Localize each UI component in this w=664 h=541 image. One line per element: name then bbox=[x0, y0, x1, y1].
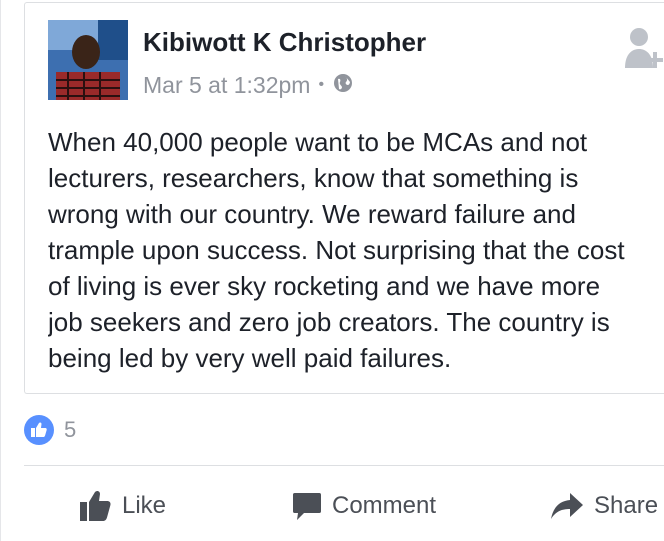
meta-separator: • bbox=[318, 76, 325, 93]
like-button[interactable]: Like bbox=[78, 484, 166, 528]
add-friend-icon bbox=[625, 28, 663, 68]
share-icon bbox=[551, 493, 583, 519]
comment-button[interactable]: Comment bbox=[292, 484, 436, 528]
post-timestamp[interactable]: Mar 5 at 1:32pm bbox=[143, 72, 310, 99]
post-body-text: When 40,000 people want to be MCAs and n… bbox=[48, 127, 625, 373]
comment-icon bbox=[293, 493, 321, 520]
avatar[interactable] bbox=[48, 20, 128, 100]
actions-divider bbox=[24, 465, 664, 466]
thumbs-up-icon bbox=[24, 415, 54, 445]
share-button[interactable]: Share bbox=[550, 484, 658, 528]
author-name[interactable]: Kibiwott K Christopher bbox=[143, 27, 426, 58]
post-meta: Mar 5 at 1:32pm • bbox=[143, 70, 353, 100]
share-label: Share bbox=[594, 492, 659, 519]
reaction-summary[interactable]: 5 bbox=[24, 414, 76, 446]
avatar-photo bbox=[48, 20, 128, 100]
add-friend-button[interactable] bbox=[623, 24, 664, 76]
comment-label: Comment bbox=[332, 492, 437, 519]
thumbs-up-icon bbox=[80, 490, 111, 521]
globe-icon bbox=[333, 72, 353, 99]
page-left-border bbox=[0, 0, 1, 541]
like-count: 5 bbox=[64, 417, 77, 442]
like-label: Like bbox=[122, 492, 167, 519]
